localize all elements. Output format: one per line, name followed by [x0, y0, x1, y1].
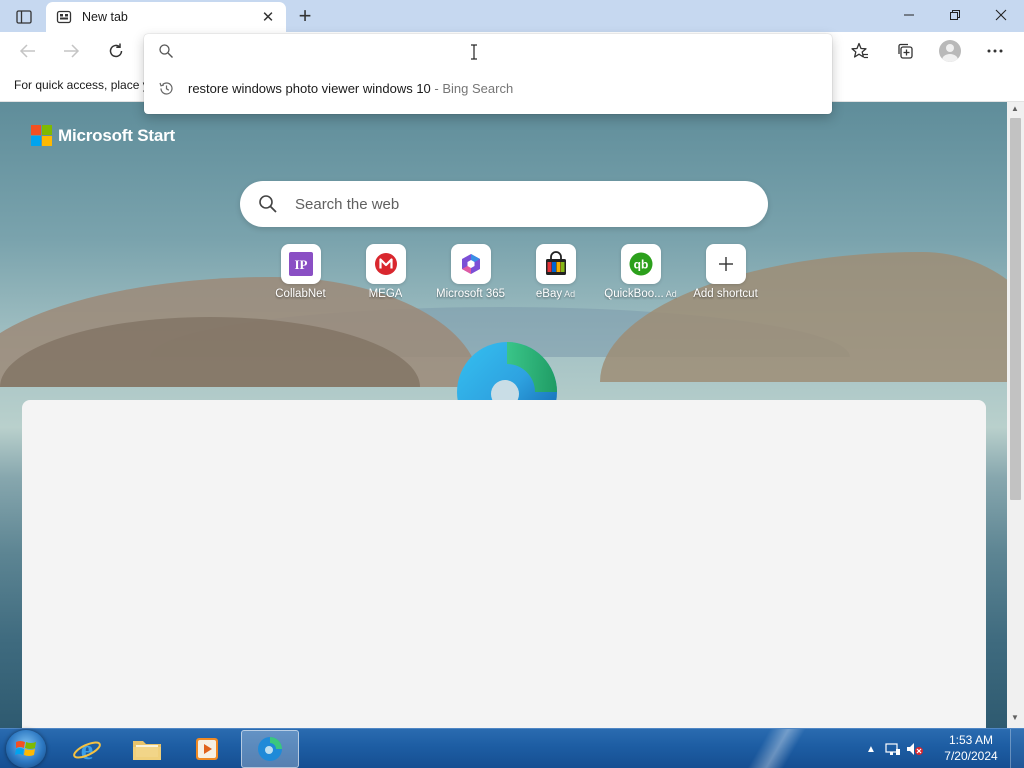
shortcut-label: eBay Ad — [535, 288, 576, 300]
refresh-icon — [109, 43, 123, 58]
shortcut-quickbooks[interactable]: qb QuickBoo... Ad — [598, 244, 683, 300]
suggestion-source: - Bing Search — [430, 81, 514, 96]
shortcut-microsoft-365[interactable]: Microsoft 365 — [428, 244, 513, 300]
system-tray: ▲ — [860, 729, 926, 768]
shortcut-tiles: IP CollabNet MEGA Microsoft 365 eBay Ad … — [258, 244, 768, 300]
quickbooks-icon: qb — [629, 252, 652, 276]
profile-button[interactable] — [935, 36, 965, 66]
shortcut-tile: IP — [280, 244, 321, 284]
scrollbar-thumb[interactable] — [1010, 118, 1021, 500]
search-icon — [259, 195, 277, 213]
brand-title: Microsoft Start — [58, 125, 175, 145]
shortcut-label: MEGA — [368, 288, 403, 300]
feed-panel — [22, 400, 986, 728]
minimize-button[interactable] — [886, 0, 932, 30]
collabnet-icon: IP — [288, 252, 313, 276]
taskbar-media-player[interactable] — [178, 730, 236, 768]
microsoft-logo-icon — [31, 125, 52, 146]
favorites-button[interactable] — [845, 36, 875, 66]
network-icon[interactable] — [882, 738, 904, 760]
show-hidden-icons-button[interactable]: ▲ — [860, 738, 882, 760]
show-desktop-button[interactable] — [1010, 729, 1024, 768]
tab-actions-button[interactable] — [10, 6, 38, 28]
close-icon — [995, 9, 1007, 21]
collections-icon — [898, 43, 913, 59]
folder-icon — [133, 741, 161, 760]
new-tab-page: Microsoft Start IP CollabNet — [0, 102, 1007, 728]
microsoft-start-logo[interactable]: Microsoft Start — [31, 125, 175, 146]
address-bar-input[interactable] — [182, 40, 812, 62]
clock-time: 1:53 AM — [948, 733, 994, 747]
back-button[interactable] — [13, 36, 43, 66]
shortcut-tile — [365, 244, 406, 284]
shortcut-tile — [705, 244, 746, 284]
shortcut-label: Add shortcut — [693, 288, 758, 300]
svg-text:qb: qb — [633, 258, 648, 272]
minimize-icon — [904, 14, 914, 16]
clock-date: 7/20/2024 — [944, 749, 998, 763]
shortcut-collabnet[interactable]: IP CollabNet — [258, 244, 343, 300]
taskbar-internet-explorer[interactable]: e — [58, 730, 116, 768]
avatar — [939, 40, 961, 62]
forward-arrow-icon — [64, 44, 80, 58]
collections-button[interactable] — [890, 36, 920, 66]
forward-button[interactable] — [56, 36, 86, 66]
suggestion-item[interactable]: restore windows photo viewer windows 10 … — [144, 72, 832, 106]
tab-actions-icon — [16, 10, 32, 24]
shortcut-mega[interactable]: MEGA — [343, 244, 428, 300]
internet-explorer-icon: e — [73, 735, 101, 764]
back-arrow-icon — [19, 44, 35, 58]
svg-text:e: e — [81, 735, 93, 764]
plus-icon — [718, 257, 733, 271]
add-shortcut-button[interactable]: Add shortcut — [683, 244, 768, 300]
microsoft-365-icon — [461, 254, 480, 274]
shortcut-tile — [535, 244, 576, 284]
windows-taskbar: e ▲ 1:53 AM 7/20/2024 — [0, 728, 1024, 768]
history-icon — [159, 82, 173, 95]
suggestion-text: restore windows photo viewer windows 10 … — [188, 81, 513, 96]
title-bar: New tab ✕ + — [0, 0, 1024, 32]
scroll-down-arrow-icon[interactable]: ▼ — [1011, 713, 1019, 722]
shortcut-label: CollabNet — [275, 288, 326, 300]
new-tab-button[interactable]: + — [292, 3, 318, 28]
tab-new-tab[interactable]: New tab ✕ — [46, 2, 286, 32]
taskbar-file-explorer[interactable] — [118, 730, 176, 768]
restore-icon — [950, 10, 960, 20]
windows-logo-icon — [15, 741, 36, 756]
shortcut-tile: qb — [620, 244, 661, 284]
search-icon — [159, 44, 173, 58]
ebay-bag-icon — [545, 251, 566, 275]
taskbar-edge[interactable] — [241, 730, 299, 768]
shortcut-ebay[interactable]: eBay Ad — [513, 244, 598, 300]
text-cursor-icon — [471, 44, 477, 60]
favorites-star-icon — [851, 42, 868, 59]
shortcut-label: Microsoft 365 — [435, 288, 506, 300]
volume-muted-icon[interactable] — [904, 738, 926, 760]
tab-title: New tab — [82, 10, 128, 24]
settings-and-more-button[interactable] — [980, 36, 1010, 66]
tab-close-button[interactable]: ✕ — [260, 9, 276, 26]
restore-button[interactable] — [932, 0, 978, 30]
web-search-input[interactable] — [295, 193, 735, 215]
new-tab-page-icon — [56, 10, 72, 24]
shortcut-tile — [450, 244, 491, 284]
media-player-icon — [196, 738, 218, 760]
suggestion-query: restore windows photo viewer windows 10 — [188, 81, 431, 96]
address-bar-dropdown: restore windows photo viewer windows 10 … — [144, 34, 832, 114]
edge-icon — [258, 737, 282, 761]
refresh-button[interactable] — [101, 36, 131, 66]
mega-icon — [374, 253, 397, 275]
more-dots-icon — [987, 49, 1003, 53]
shortcut-label: QuickBoo... Ad — [604, 288, 677, 300]
favorites-bar-hint: For quick access, place y — [14, 78, 149, 92]
page-scrollbar[interactable]: ▲ ▼ — [1007, 102, 1024, 728]
scroll-up-arrow-icon[interactable]: ▲ — [1011, 104, 1019, 113]
taskbar-clock[interactable]: 1:53 AM 7/20/2024 — [938, 732, 1004, 764]
svg-text:IP: IP — [294, 257, 307, 272]
start-button[interactable] — [6, 730, 46, 768]
web-search-box[interactable] — [240, 181, 768, 227]
close-window-button[interactable] — [978, 0, 1024, 30]
